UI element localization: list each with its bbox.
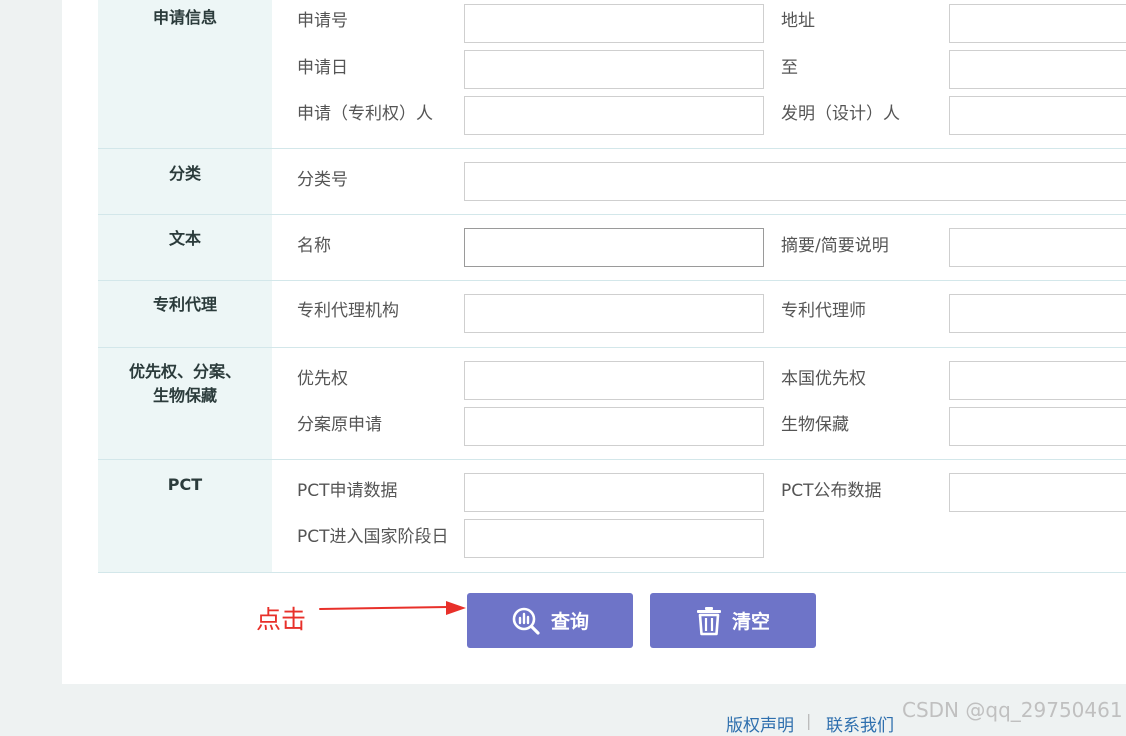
trash-icon	[696, 606, 721, 635]
section-title: 专利代理	[98, 281, 272, 347]
agent-input[interactable]	[949, 294, 1126, 333]
section-title: 分类	[98, 149, 272, 214]
field-label: 地址	[781, 11, 815, 31]
query-button-label: 查询	[550, 611, 589, 633]
section-title-line: 优先权、分案、	[128, 362, 241, 381]
search-panel: 申请信息 申请号 地址 申请日 至 申请（专利权）人 发明（设计）人 分类 分类…	[62, 0, 1126, 684]
field-label: 申请（专利权）人	[297, 104, 433, 124]
annotation-click-text: 点击	[256, 605, 307, 634]
annotation-arrow-icon	[319, 601, 466, 615]
biodeposit-input[interactable]	[949, 407, 1126, 446]
section-text: 文本 名称 摘要/简要说明	[98, 215, 1126, 281]
advanced-search-form: 申请信息 申请号 地址 申请日 至 申请（专利权）人 发明（设计）人 分类 分类…	[98, 0, 1126, 573]
inventor-input[interactable]	[949, 96, 1126, 135]
section-pct: PCT PCT申请数据 PCT公布数据 PCT进入国家阶段日	[98, 460, 1126, 573]
field-label: 摘要/简要说明	[781, 236, 889, 256]
section-title: PCT	[98, 460, 272, 572]
section-application-info: 申请信息 申请号 地址 申请日 至 申请（专利权）人 发明（设计）人	[98, 0, 1126, 149]
copyright-link[interactable]: 版权声明	[726, 711, 794, 736]
field-label: PCT进入国家阶段日	[297, 527, 449, 547]
contact-link[interactable]: 联系我们	[826, 711, 894, 736]
title-input[interactable]	[464, 228, 764, 267]
clear-button-label: 清空	[731, 611, 770, 633]
section-patent-agency: 专利代理 专利代理机构 专利代理师	[98, 281, 1126, 348]
abstract-input[interactable]	[949, 228, 1126, 267]
section-title: 申请信息	[98, 0, 272, 148]
application-date-input[interactable]	[464, 50, 764, 89]
section-title: 文本	[98, 215, 272, 280]
divisional-original-input[interactable]	[464, 407, 764, 446]
application-date-to-input[interactable]	[949, 50, 1126, 89]
field-label: PCT申请数据	[297, 481, 398, 501]
clear-button[interactable]: 清空	[650, 593, 816, 648]
search-analytics-icon	[512, 607, 540, 635]
classification-number-input[interactable]	[464, 162, 1126, 201]
field-label: 本国优先权	[781, 369, 866, 389]
field-label: 发明（设计）人	[781, 104, 900, 124]
section-priority-division-biodeposit: 优先权、分案、 生物保藏 优先权 本国优先权 分案原申请 生物保藏	[98, 348, 1126, 460]
footer-separator: |	[806, 711, 812, 730]
field-label: 申请号	[297, 11, 348, 31]
domestic-priority-input[interactable]	[949, 361, 1126, 400]
section-classification: 分类 分类号	[98, 149, 1126, 215]
pct-publication-input[interactable]	[949, 473, 1126, 512]
field-label: 生物保藏	[781, 415, 849, 435]
section-title-line: 生物保藏	[152, 386, 217, 405]
section-title: 优先权、分案、 生物保藏	[98, 348, 272, 459]
field-label: 分案原申请	[297, 415, 382, 435]
watermark: CSDN @qq_29750461	[902, 698, 1123, 722]
agency-input[interactable]	[464, 294, 764, 333]
field-label: 名称	[297, 236, 331, 256]
field-label: 专利代理机构	[297, 301, 399, 321]
field-label: 专利代理师	[781, 301, 866, 321]
field-label: 优先权	[297, 369, 348, 389]
pct-national-phase-date-input[interactable]	[464, 519, 764, 558]
query-button[interactable]: 查询	[467, 593, 633, 648]
field-label: 分类号	[297, 170, 348, 190]
application-number-input[interactable]	[464, 4, 764, 43]
field-label: PCT公布数据	[781, 481, 882, 501]
pct-application-input[interactable]	[464, 473, 764, 512]
address-input[interactable]	[949, 4, 1126, 43]
field-label: 申请日	[297, 58, 348, 78]
priority-input[interactable]	[464, 361, 764, 400]
applicant-input[interactable]	[464, 96, 764, 135]
field-label: 至	[781, 58, 798, 78]
